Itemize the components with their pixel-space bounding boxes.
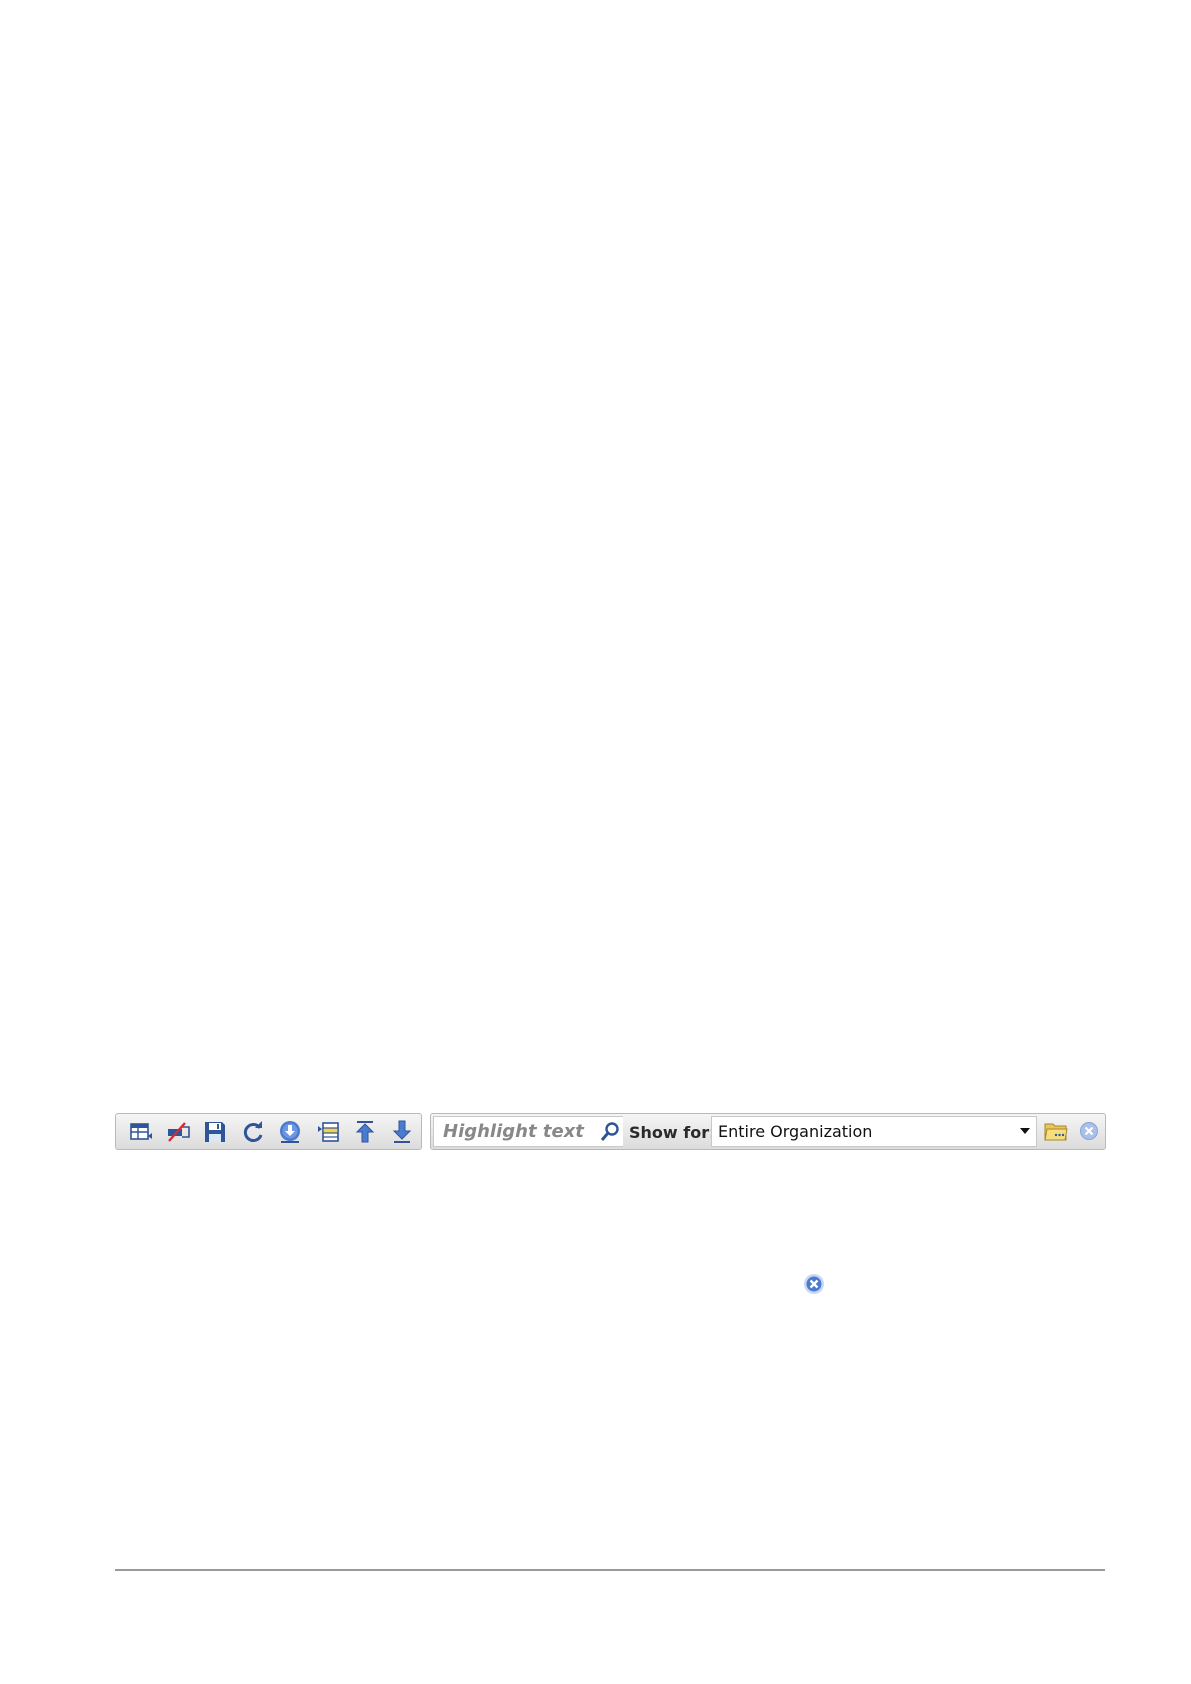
save-button[interactable] [197,1117,234,1147]
insert-row-icon [317,1121,339,1142]
move-down-button[interactable] [384,1117,421,1147]
save-icon [205,1121,226,1142]
download-icon [280,1120,301,1143]
show-for-select[interactable]: Entire Organization [711,1116,1037,1147]
toolbar-actions [115,1113,422,1150]
refresh-icon [243,1120,263,1142]
highlight-search [433,1116,623,1147]
table-layout-icon [129,1122,152,1140]
footer-divider [115,1569,1105,1571]
toolbar-filter: Show for: Entire Organization [430,1113,1106,1150]
clear-icon [804,1274,824,1294]
chevron-down-icon [1020,1128,1030,1134]
show-for-label: Show for: [629,1123,716,1142]
edit-off-icon [168,1121,190,1142]
clear-button[interactable] [803,1273,825,1295]
table-layout-button[interactable] [122,1117,159,1147]
move-to-top-icon [355,1120,375,1142]
insert-row-button[interactable] [309,1117,346,1147]
move-to-top-button[interactable] [346,1117,383,1147]
highlight-text-input[interactable] [434,1117,590,1146]
edit-off-button[interactable] [159,1117,196,1147]
clear-icon [1080,1122,1098,1140]
clear-filter-button[interactable] [1079,1121,1099,1141]
search-button[interactable] [599,1121,621,1143]
show-for-value: Entire Organization [718,1122,873,1141]
folder-icon [1044,1123,1068,1141]
search-icon [600,1122,619,1141]
refresh-button[interactable] [234,1117,271,1147]
move-down-icon [393,1120,412,1143]
browse-folder-button[interactable] [1042,1117,1070,1145]
download-button[interactable] [272,1117,309,1147]
